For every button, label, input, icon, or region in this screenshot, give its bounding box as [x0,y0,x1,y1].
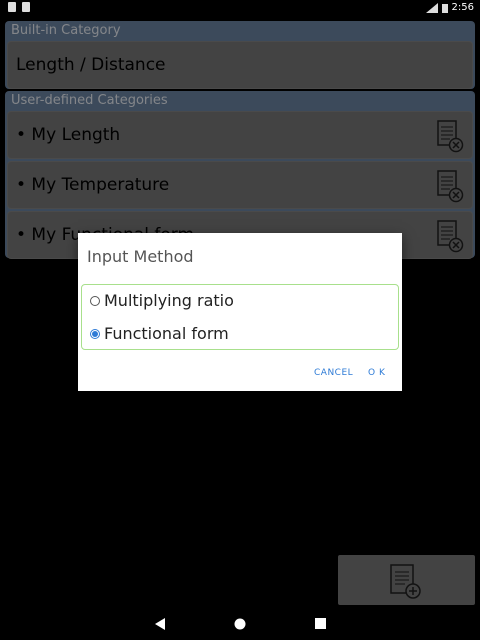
ok-button[interactable]: O K [368,368,385,378]
option-label: Functional form [104,324,229,343]
recents-icon[interactable] [315,618,326,629]
home-icon[interactable] [234,618,246,630]
status-time: 2:56 [451,2,474,13]
option-label: Multiplying ratio [104,291,234,310]
status-icons-right: 2:56 [425,2,474,13]
navigation-bar [0,608,480,640]
battery-icon [441,3,448,13]
options-group: Multiplying ratio Functional form [81,284,399,350]
radio-unchecked-icon[interactable] [90,295,100,306]
option-multiplying-ratio[interactable]: Multiplying ratio [90,291,234,310]
status-icons-left [8,2,36,15]
cancel-button[interactable]: CANCEL [314,368,353,378]
notification-icon [8,2,16,12]
input-method-dialog: Input Method Multiplying ratio Functiona… [78,233,402,391]
status-bar: 2:56 [0,0,480,16]
option-functional-form[interactable]: Functional form [90,324,229,343]
back-icon[interactable] [155,618,165,630]
signal-icon [425,2,438,13]
dialog-title: Input Method [87,247,194,266]
radio-checked-icon[interactable] [90,328,100,339]
notification-icon [22,2,30,12]
